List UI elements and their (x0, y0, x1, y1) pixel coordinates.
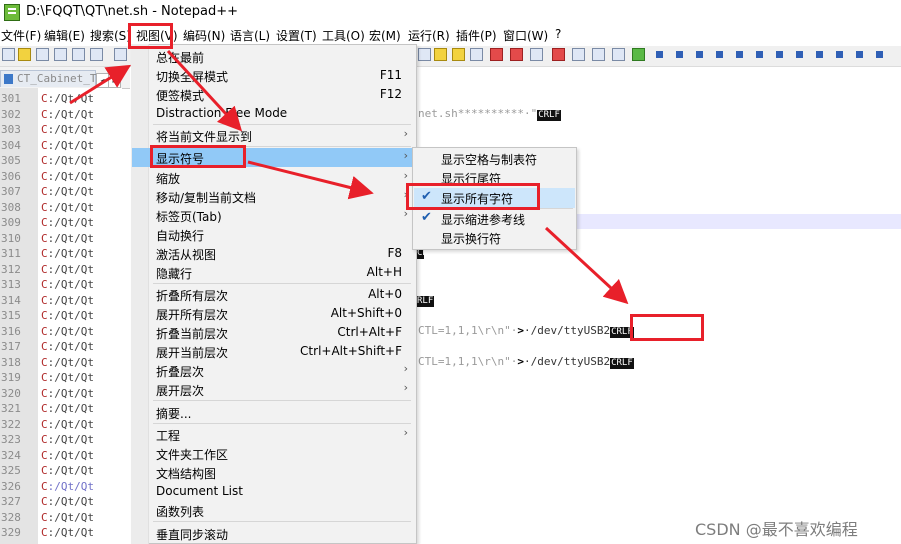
annotation-arrow (247, 160, 374, 200)
annotation-arrows (69, 49, 629, 305)
watermark: CSDN @最不喜欢编程 (695, 520, 858, 539)
annotation-arrow (544, 226, 629, 305)
annotation-arrow (166, 49, 243, 132)
annotation-arrow (69, 64, 132, 105)
